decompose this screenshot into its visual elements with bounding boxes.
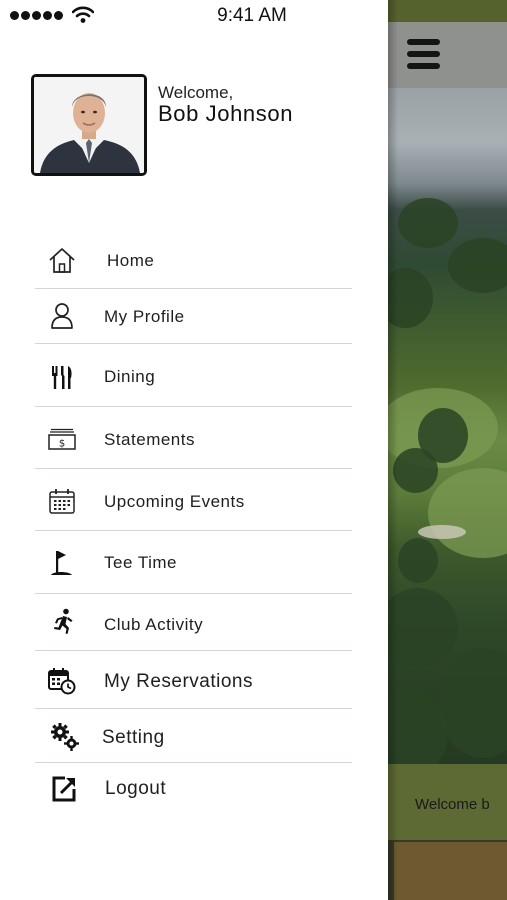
menu-item-label: Club Activity (104, 615, 204, 634)
side-drawer: 9:41 AM Welcome, Bob Johnson Home My Pro… (0, 0, 388, 900)
drawer-shadow (388, 0, 398, 900)
menu-item-label: Dining (104, 367, 156, 386)
menu-item-setting[interactable]: Setting (35, 709, 352, 763)
menu-item-label: Logout (105, 778, 167, 799)
calendar-clock-icon (47, 666, 77, 696)
gears-icon (50, 722, 80, 752)
hamburger-menu-icon[interactable] (388, 22, 458, 88)
home-icon (47, 245, 77, 275)
menu-item-home[interactable]: Home (35, 234, 352, 289)
menu-item-my-reservations[interactable]: My Reservations (35, 651, 352, 709)
menu-item-upcoming-events[interactable]: Upcoming Events (35, 469, 352, 531)
welcome-banner-text: Welcome b (415, 796, 490, 813)
status-time: 9:41 AM (217, 5, 287, 26)
menu-item-label: Statements (104, 430, 195, 449)
menu-item-label: My Profile (104, 307, 185, 326)
menu-item-logout[interactable]: Logout (35, 763, 352, 813)
content-tile-image (394, 842, 507, 900)
calendar-icon (47, 486, 77, 516)
welcome-label: Welcome, (158, 83, 234, 102)
menu-item-label: Home (107, 251, 155, 270)
person-icon (47, 301, 77, 331)
menu-item-club-activity[interactable]: Club Activity (35, 594, 352, 651)
menu-item-label: Setting (102, 727, 165, 748)
golf-flag-icon (47, 548, 77, 578)
menu-item-label: Upcoming Events (104, 492, 245, 511)
menu-item-tee-time[interactable]: Tee Time (35, 531, 352, 594)
svg-text:$: $ (59, 439, 65, 450)
menu-item-dining[interactable]: Dining (35, 344, 352, 407)
running-person-icon (47, 607, 77, 637)
status-bar: 9:41 AM (0, 0, 388, 32)
menu-item-statements[interactable]: $ Statements (35, 407, 352, 469)
menu-item-label: Tee Time (104, 553, 177, 572)
app-header-bar (388, 22, 507, 88)
menu-item-my-profile[interactable]: My Profile (35, 289, 352, 344)
money-statement-icon: $ (47, 424, 77, 454)
logout-icon (50, 773, 80, 803)
fork-knife-icon (47, 361, 77, 391)
golf-course-photo (388, 88, 507, 778)
background-app-screen[interactable]: Welcome b (388, 0, 507, 900)
menu-item-label: My Reservations (104, 671, 253, 692)
avatar[interactable] (31, 74, 147, 176)
user-name: Bob Johnson (158, 101, 294, 126)
